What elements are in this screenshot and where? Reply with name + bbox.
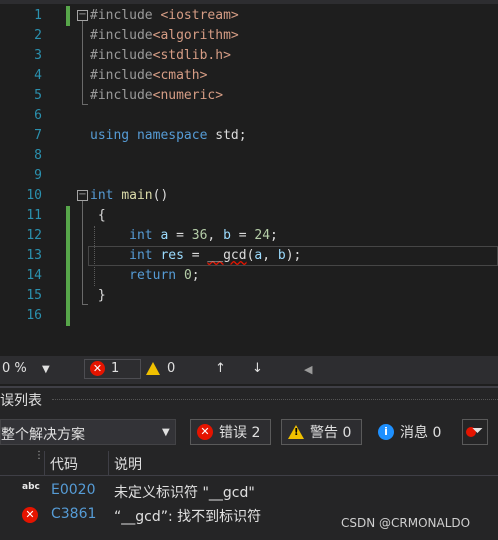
code-line[interactable]: #include <iostream>: [90, 6, 239, 26]
warnings-filter-button[interactable]: ! 警告 0: [281, 419, 362, 445]
line-number: 16: [26, 308, 42, 323]
code-line[interactable]: #include<algorithm>: [90, 26, 239, 46]
line-number: 13: [26, 248, 42, 263]
code-line[interactable]: int main(): [90, 186, 168, 206]
line-number: 7: [34, 128, 42, 143]
error-description: “__gcd”: 找不到标识符: [114, 509, 262, 525]
line-number: 1: [34, 8, 42, 23]
warning-count[interactable]: 0: [167, 361, 175, 376]
editor-top-strip: [0, 0, 498, 4]
code-line[interactable]: using namespace std;: [90, 126, 247, 146]
warning-icon: !: [288, 425, 304, 439]
next-issue-arrow-icon[interactable]: ↓: [252, 361, 263, 376]
outline-guide-includes: [82, 21, 83, 105]
line-number: 5: [34, 88, 42, 103]
sort-icon[interactable]: ⋮: [34, 450, 44, 461]
code-line[interactable]: return 0;: [90, 266, 199, 286]
filter-button[interactable]: ⏷: [462, 419, 488, 445]
column-header-row: ⋮ 代码 说明: [0, 450, 498, 476]
error-icon: ✕: [90, 361, 105, 376]
line-number: 10: [26, 188, 42, 203]
outline-guide-main: [82, 201, 83, 305]
error-list-panel: 误列表 整个解决方案 ▼ ✕ 错误 2 ! 警告 0 i 消息 0 ⏷ ⋮ 代码…: [0, 386, 498, 540]
error-description: 未定义标识符 "__gcd": [114, 485, 255, 501]
collapse-main-icon[interactable]: −: [77, 190, 88, 201]
code-line[interactable]: }: [90, 286, 106, 306]
zoom-dropdown-icon[interactable]: ▼: [42, 364, 50, 375]
error-icon: ✕: [197, 424, 213, 440]
chevron-down-icon: ▼: [162, 427, 170, 438]
line-number: 8: [34, 148, 42, 163]
errors-filter-button[interactable]: ✕ 错误 2: [190, 419, 271, 445]
code-line[interactable]: {: [90, 206, 106, 226]
code-line[interactable]: int a = 36, b = 24;: [90, 226, 278, 246]
column-description[interactable]: 说明: [114, 454, 142, 474]
previous-issue-arrow-icon[interactable]: ↑: [215, 361, 226, 376]
warning-icon: [146, 362, 160, 379]
outline-guide-includes-end: [82, 104, 88, 105]
code-line[interactable]: #include<stdlib.h>: [90, 46, 231, 66]
warnings-filter-label: 警告 0: [310, 425, 352, 441]
table-row[interactable]: abc E0020 未定义标识符 "__gcd": [0, 479, 498, 503]
error-count-indicator[interactable]: ✕ 1: [84, 359, 141, 379]
line-number: 6: [34, 108, 42, 123]
intellisense-error-icon: abc: [22, 482, 40, 492]
code-line[interactable]: int res = __gcd(a, b);: [90, 246, 301, 266]
line-number: 3: [34, 48, 42, 63]
error-code-link[interactable]: C3861: [51, 506, 96, 522]
editor-status-strip: 0 % ▼ ✕ 1 0 ↑ ↓ ◀: [0, 356, 498, 384]
zoom-level[interactable]: 0 %: [2, 361, 27, 376]
line-number: 12: [26, 228, 42, 243]
line-number: 15: [26, 288, 42, 303]
title-drag-grip: [52, 399, 498, 400]
funnel-icon: ⏷: [472, 423, 484, 439]
watermark: CSDN @CRMONALDO: [341, 516, 471, 530]
scope-dropdown-value: 整个解决方案: [1, 427, 85, 443]
line-number: 9: [34, 168, 42, 183]
errors-filter-label: 错误 2: [219, 425, 261, 441]
info-icon: i: [378, 424, 394, 440]
messages-filter-label: 消息 0: [400, 425, 442, 441]
change-bar-main: [66, 206, 70, 326]
column-code[interactable]: 代码: [50, 454, 78, 474]
line-number: 4: [34, 68, 42, 83]
change-bar-top: [66, 6, 70, 26]
code-editor[interactable]: − − 1 #include <iostream> 2 #include<algori…: [0, 0, 498, 356]
line-number: 11: [26, 208, 42, 223]
messages-filter-button[interactable]: i 消息 0: [371, 419, 453, 445]
code-line[interactable]: #include<numeric>: [90, 86, 223, 106]
line-number: 14: [26, 268, 42, 283]
error-code-link[interactable]: E0020: [51, 482, 95, 498]
error-count: 1: [111, 361, 120, 376]
collapse-includes-icon[interactable]: −: [77, 10, 88, 21]
code-line[interactable]: #include<cmath>: [90, 66, 207, 86]
error-icon: ✕: [22, 507, 38, 523]
outline-guide-main-end: [82, 304, 88, 305]
line-number: 2: [34, 28, 42, 43]
scroll-left-icon[interactable]: ◀: [304, 363, 312, 376]
panel-divider: [0, 386, 498, 388]
panel-title: 误列表: [0, 393, 42, 409]
scope-dropdown[interactable]: 整个解决方案 ▼: [0, 419, 176, 445]
